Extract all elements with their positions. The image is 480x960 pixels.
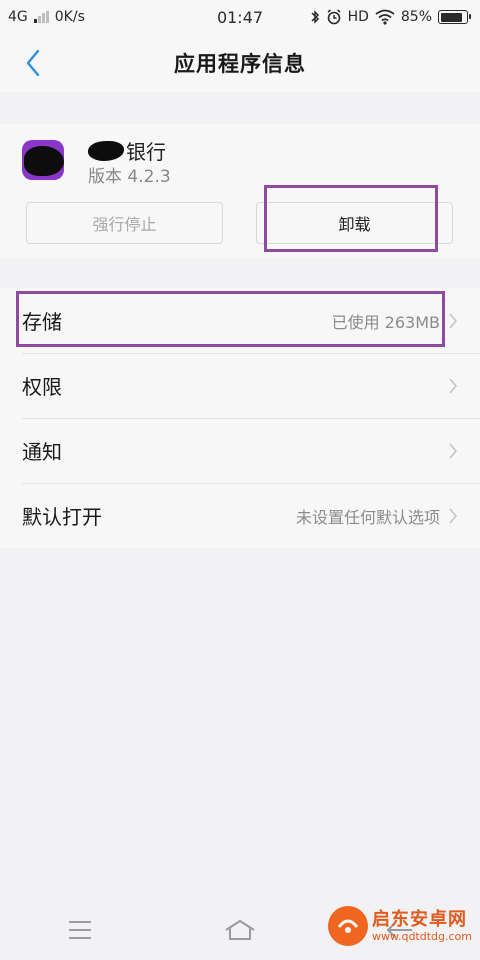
- settings-row-notifications[interactable]: 通知: [0, 418, 480, 483]
- settings-row-open-by-default[interactable]: 默认打开 未设置任何默认选项: [0, 483, 480, 548]
- app-version: 版本 4.2.3: [88, 167, 171, 187]
- row-label: 权限: [22, 375, 62, 399]
- wifi-icon: [375, 9, 395, 25]
- chevron-right-icon: [449, 312, 458, 329]
- row-label: 通知: [22, 440, 62, 464]
- menu-button[interactable]: [50, 910, 110, 950]
- page-title: 应用程序信息: [174, 52, 306, 76]
- watermark-text: 启东安卓网 www.qdtdtdg.com: [372, 909, 472, 944]
- app-info-card: 银行 版本 4.2.3 强行停止 卸载: [0, 124, 480, 258]
- back-button[interactable]: [16, 46, 50, 80]
- signal-icon: [33, 11, 49, 23]
- chevron-left-icon: [26, 49, 40, 77]
- network-speed: 0K/s: [54, 9, 85, 25]
- menu-icon: [69, 921, 91, 939]
- nav-bar: 应用程序信息: [0, 34, 480, 92]
- watermark-logo-icon: [327, 906, 368, 946]
- battery-percent: 85%: [400, 9, 432, 25]
- row-right: 未设置任何默认选项: [296, 504, 458, 528]
- settings-row-storage[interactable]: 存储 已使用 263MB: [0, 288, 480, 353]
- status-right: HD 85%: [310, 9, 471, 25]
- home-icon: [225, 920, 255, 940]
- app-name-text: 银行: [126, 140, 166, 164]
- hd-indicator: HD: [347, 9, 369, 25]
- uninstall-button[interactable]: 卸载: [256, 202, 453, 244]
- chevron-right-icon: [449, 507, 458, 524]
- row-label: 默认打开: [22, 505, 102, 529]
- row-right: [440, 377, 458, 395]
- app-icon: [22, 140, 64, 180]
- redaction-mark: [24, 146, 64, 176]
- settings-row-permissions[interactable]: 权限: [0, 353, 480, 418]
- row-right: 已使用 263MB: [332, 309, 458, 333]
- watermark: 启东安卓网 www.qdtdtdg.com: [327, 906, 472, 946]
- watermark-name: 启东安卓网: [371, 908, 467, 930]
- force-stop-button[interactable]: 强行停止: [26, 202, 223, 244]
- row-label: 存储: [22, 310, 62, 334]
- status-left: 4G 0K/s: [8, 9, 85, 25]
- home-button[interactable]: [210, 910, 270, 950]
- battery-icon: [438, 10, 471, 24]
- network-type: 4G: [8, 9, 28, 25]
- settings-list: 存储 已使用 263MB 权限 通知 默认打开 未设置任何默认选项: [0, 288, 480, 548]
- app-name: 银行: [88, 136, 166, 165]
- alarm-icon: [327, 9, 341, 25]
- row-value: 已使用 263MB: [331, 312, 440, 332]
- chevron-right-icon: [449, 442, 458, 459]
- battery-level: [440, 12, 462, 22]
- bluetooth-icon: [311, 10, 319, 24]
- row-value: 未设置任何默认选项: [295, 507, 440, 527]
- status-bar: 4G 0K/s 01:47 HD 85%: [0, 0, 480, 34]
- redaction-mark: [88, 140, 124, 161]
- row-right: [440, 442, 458, 460]
- watermark-url: www.qdtdtdg.com: [371, 930, 472, 944]
- chevron-right-icon: [449, 377, 458, 394]
